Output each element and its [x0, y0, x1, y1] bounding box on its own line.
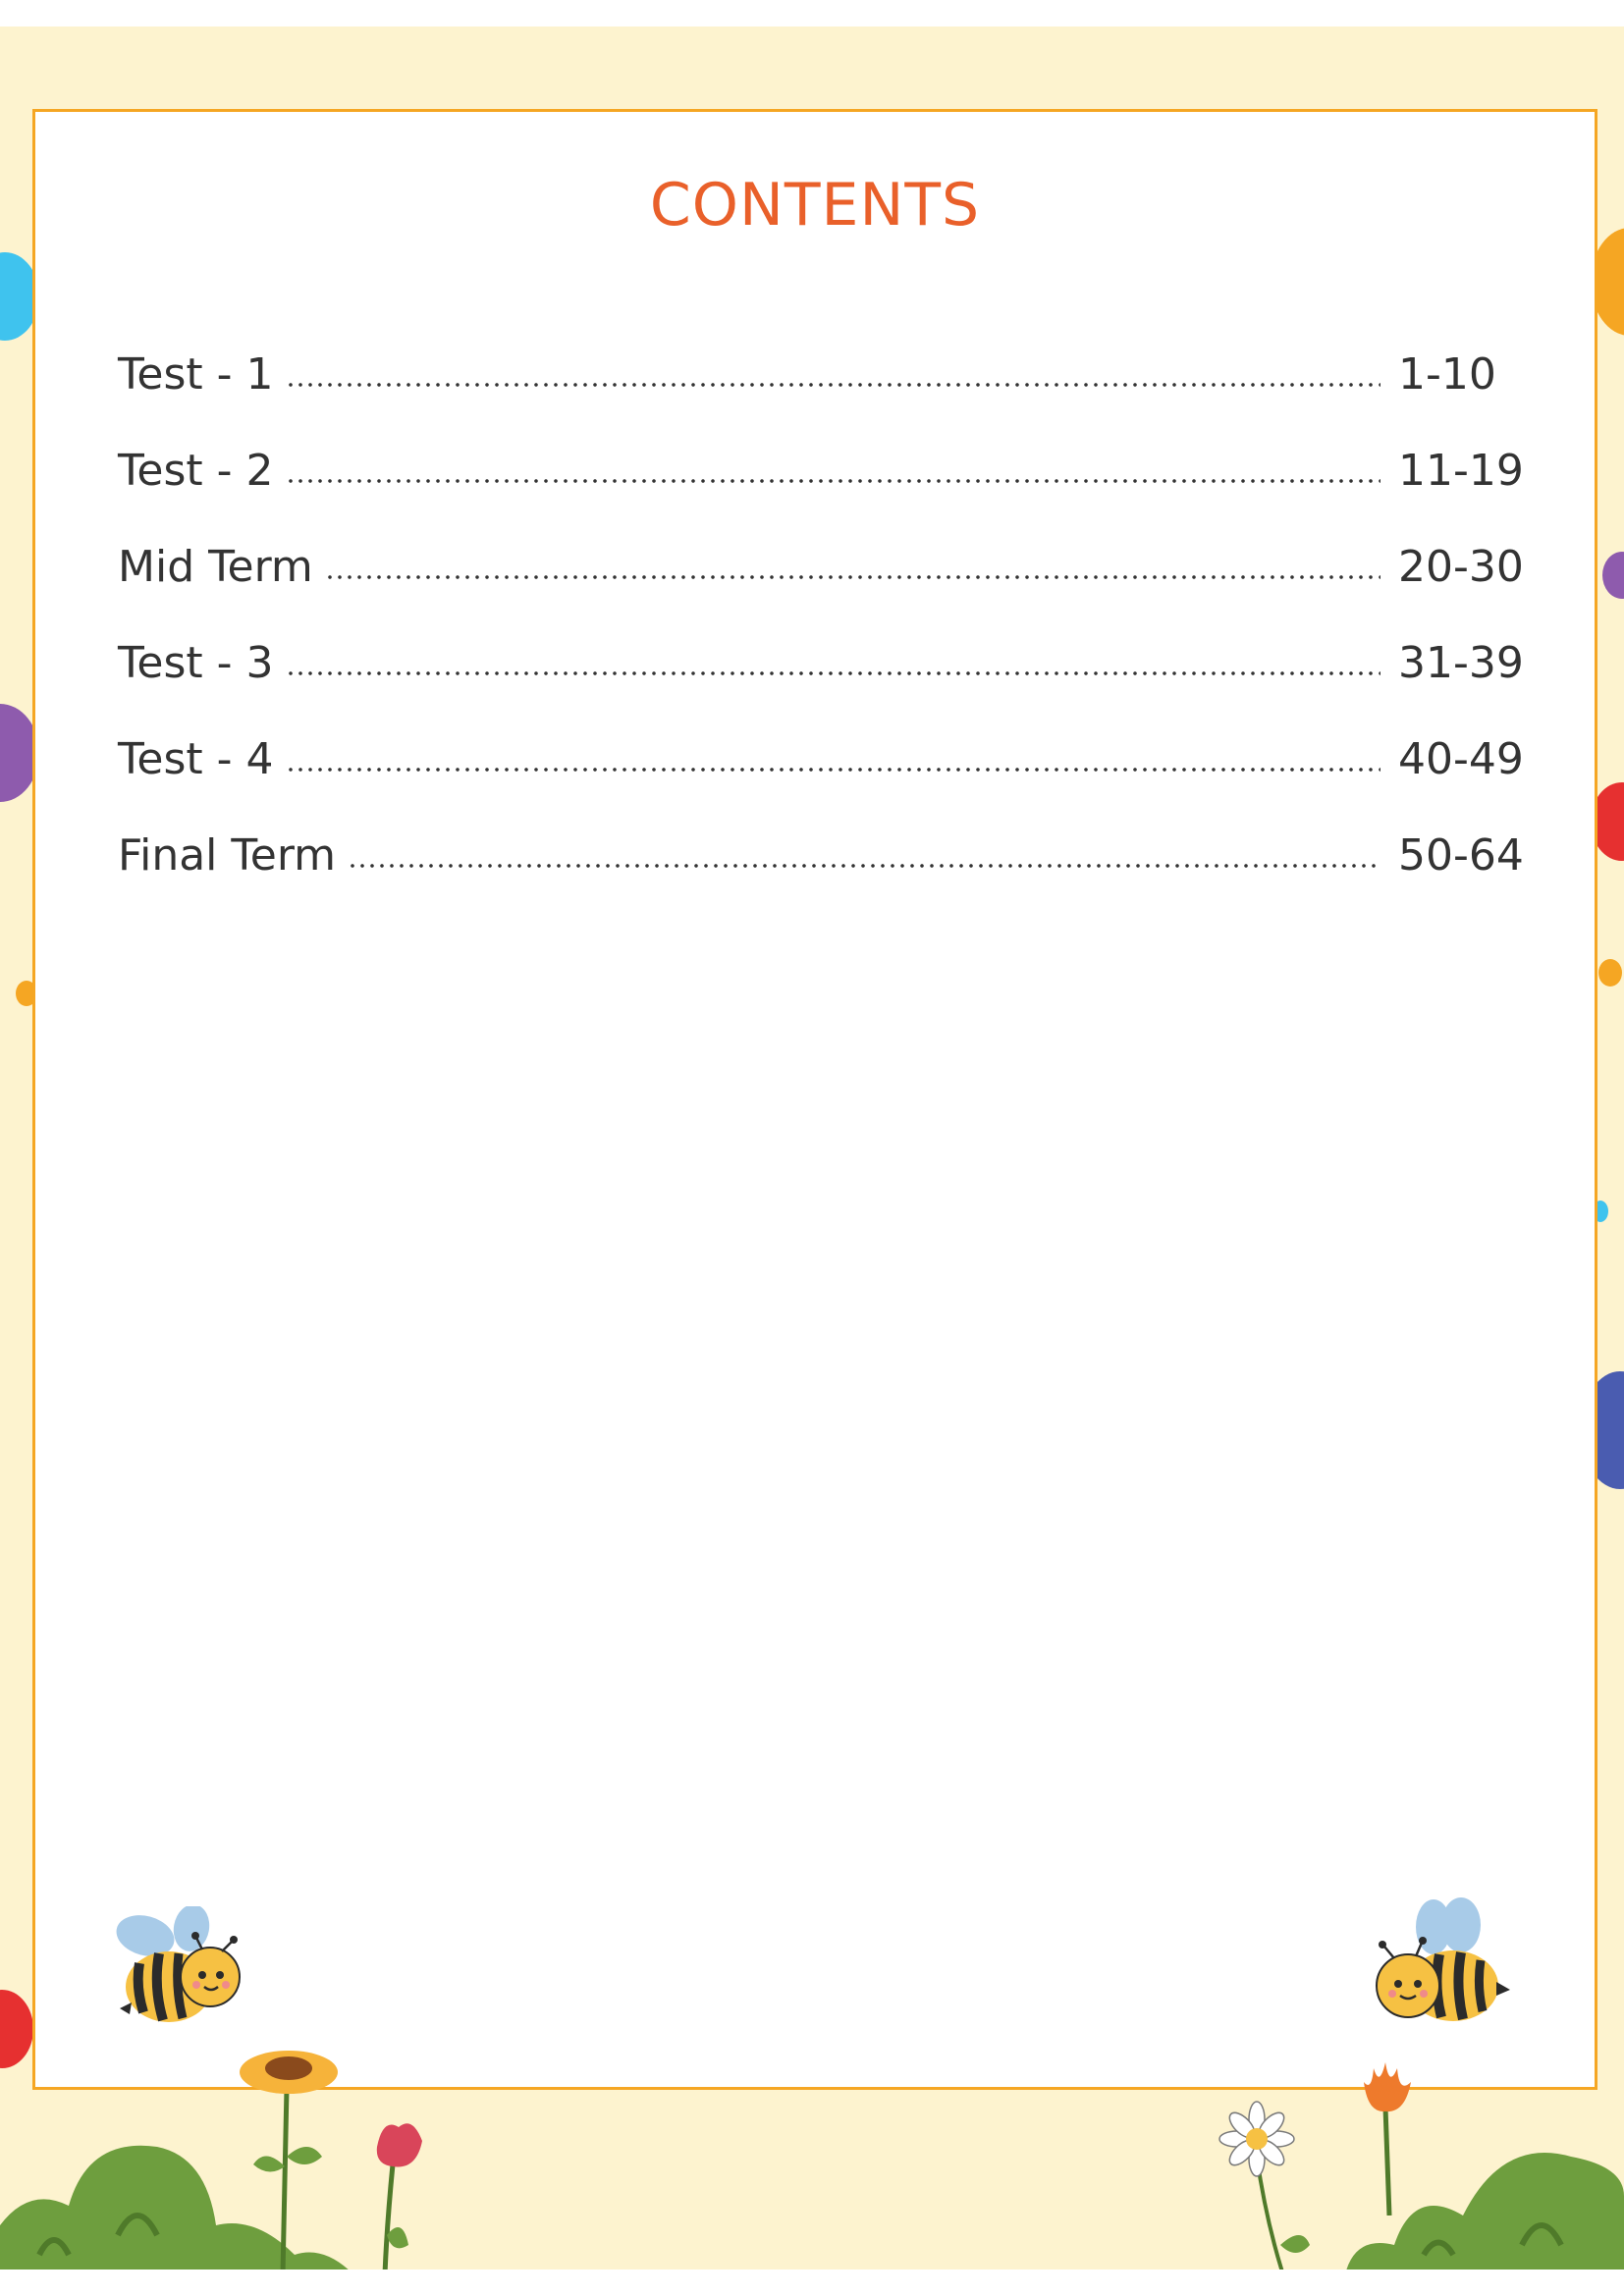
daisy-icon [1218, 2101, 1310, 2269]
dot-leader [285, 666, 1380, 677]
dot-leader [324, 569, 1380, 581]
toc-entry-pages: 50-64 [1398, 830, 1524, 881]
toc-entry-label: Final Term [118, 830, 337, 881]
toc-entry-label: Test - 2 [118, 446, 274, 496]
toc-entry-pages: 31-39 [1398, 638, 1524, 688]
toc-entry: Final Term 50-64 [118, 830, 1534, 899]
page-background: CONTENTS Test - 1 1-10 Test - 2 11-19 Mi… [0, 27, 1624, 2269]
toc-entry-label: Test - 4 [118, 734, 274, 784]
bee-icon [1376, 1897, 1510, 2021]
toc-entry: Test - 3 31-39 [118, 638, 1534, 707]
toc-entry-label: Test - 1 [118, 349, 274, 400]
tulip-icon [376, 2123, 422, 2269]
polka-dot-purple-right [1602, 552, 1624, 599]
bee-icon [116, 1906, 241, 2022]
dot-leader [285, 377, 1380, 389]
toc-entry-pages: 40-49 [1398, 734, 1524, 784]
polka-dot-orange-right [1598, 959, 1622, 987]
dot-leader [285, 762, 1380, 774]
toc-entry: Mid Term 20-30 [118, 542, 1534, 611]
toc-entry-label: Test - 3 [118, 638, 274, 688]
toc-entry: Test - 2 11-19 [118, 446, 1534, 514]
toc-entry-pages: 1-10 [1398, 349, 1496, 400]
bush-icon [1346, 2153, 1624, 2269]
toc-entry: Test - 4 40-49 [118, 734, 1534, 803]
toc-entry: Test - 1 1-10 [118, 349, 1534, 418]
toc-entry-pages: 20-30 [1398, 542, 1524, 592]
dot-leader [348, 858, 1380, 870]
polka-dot-red [0, 1990, 33, 2068]
toc-entry-pages: 11-19 [1398, 446, 1524, 496]
toc-entry-label: Mid Term [118, 542, 313, 592]
page-title: CONTENTS [649, 171, 981, 240]
dot-leader [285, 473, 1380, 485]
content-frame: CONTENTS Test - 1 1-10 Test - 2 11-19 Mi… [32, 109, 1597, 2090]
sunflower-icon [240, 2051, 338, 2269]
